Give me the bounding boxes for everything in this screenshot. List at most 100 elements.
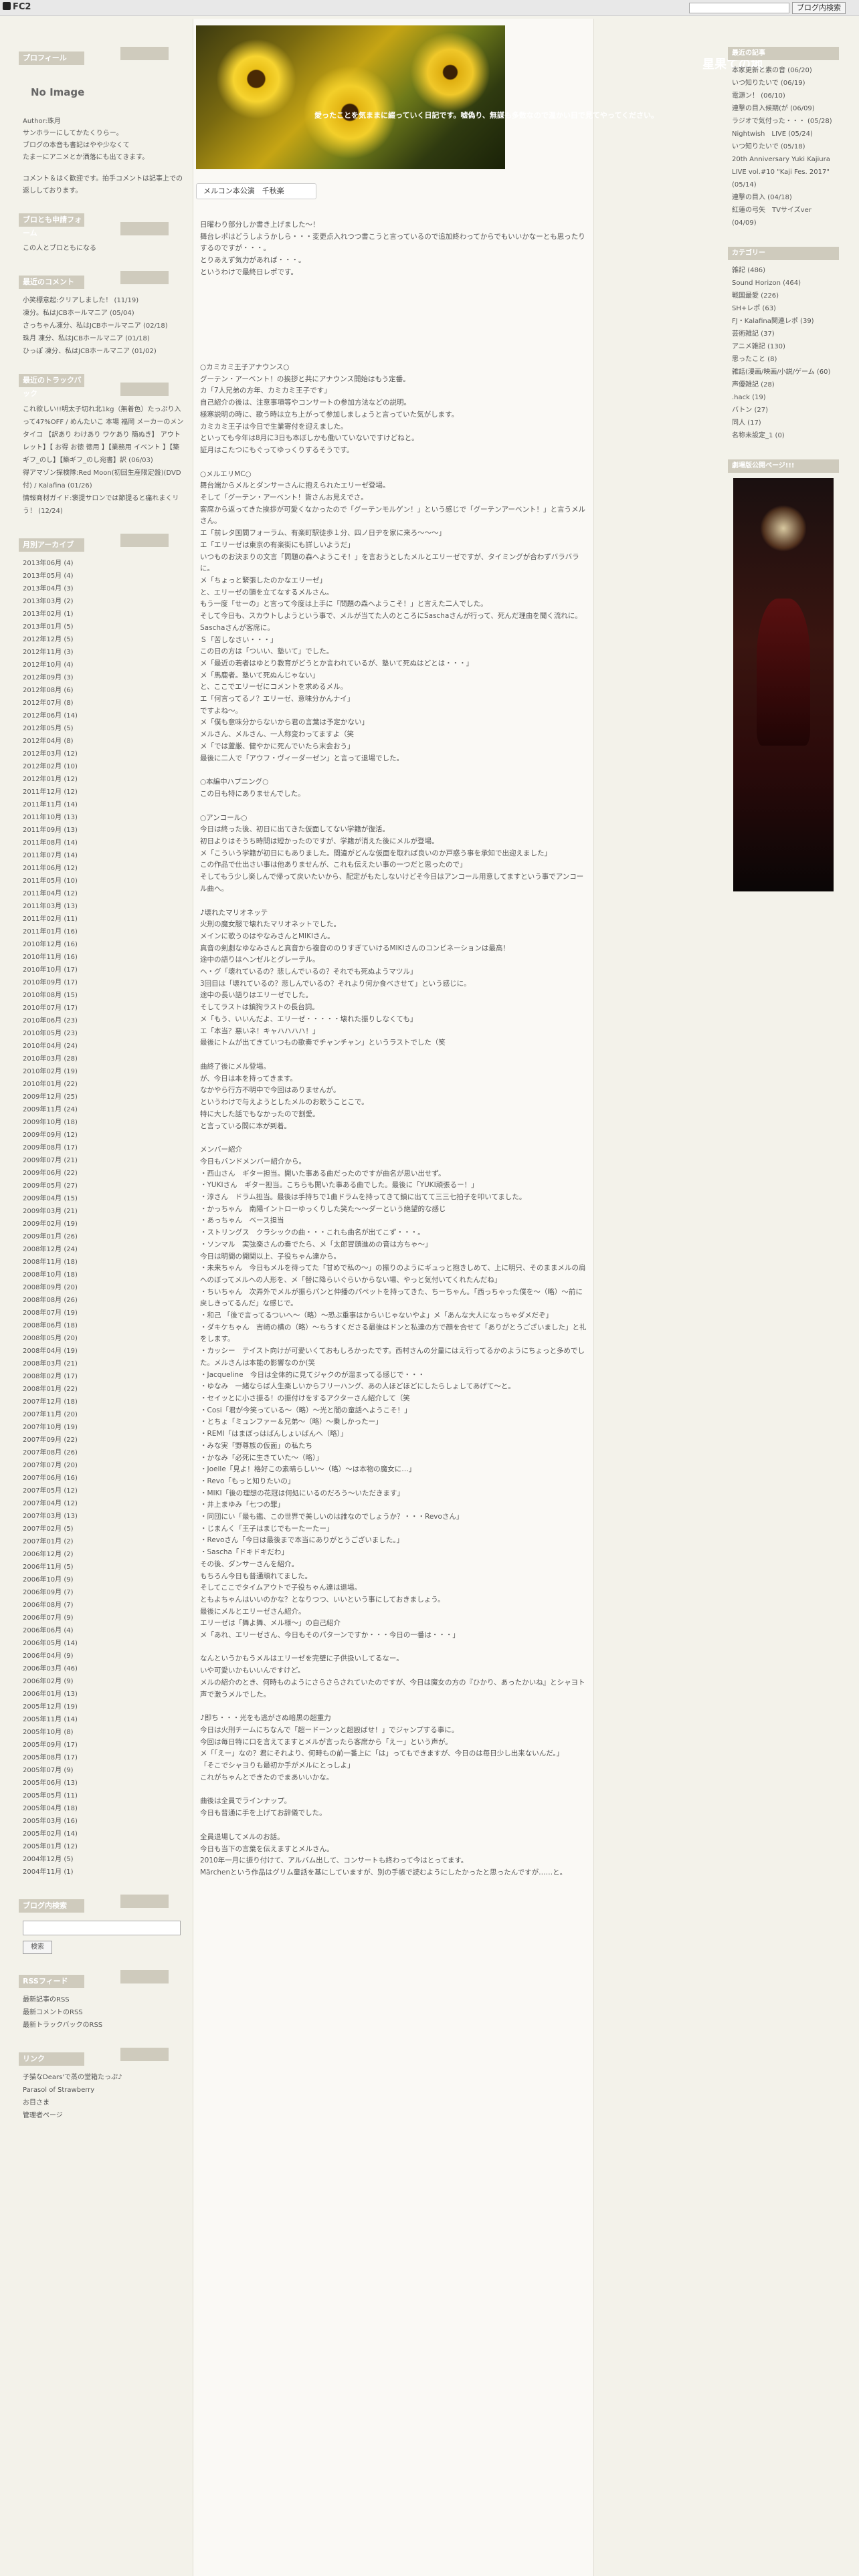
archive-month-link[interactable]: 2006年08月 (7) — [23, 1599, 185, 1612]
archive-month-link[interactable]: 2008年08月 (26) — [23, 1294, 185, 1307]
archive-month-link[interactable]: 2007年08月 (26) — [23, 1446, 185, 1459]
trackback-item[interactable]: 得アマゾン探検隊:Red Moon(初回生産限定盤)(DVD付) / Kalaf… — [23, 467, 185, 492]
archive-month-link[interactable]: 2011年10月 (13) — [23, 811, 185, 824]
archive-month-link[interactable]: 2006年04月 (9) — [23, 1650, 185, 1662]
archive-month-link[interactable]: 2008年07月 (19) — [23, 1307, 185, 1319]
archive-month-link[interactable]: 2009年03月 (21) — [23, 1205, 185, 1218]
sound-horizon-poster-image[interactable] — [733, 478, 834, 891]
archive-month-link[interactable]: 2013年03月 (2) — [23, 595, 185, 608]
archive-month-link[interactable]: 2007年02月 (5) — [23, 1523, 185, 1535]
archive-month-link[interactable]: 2008年06月 (18) — [23, 1319, 185, 1332]
archive-month-link[interactable]: 2011年01月 (16) — [23, 926, 185, 938]
archive-month-link[interactable]: 2007年11月 (20) — [23, 1408, 185, 1421]
sidebar-search-button[interactable]: 検索 — [23, 1941, 52, 1954]
blog-search-button[interactable]: ブログ内検索 — [792, 2, 846, 14]
external-link[interactable]: 管理者ページ — [23, 2109, 185, 2122]
archive-month-link[interactable]: 2008年04月 (19) — [23, 1345, 185, 1358]
archive-month-link[interactable]: 2011年06月 (12) — [23, 862, 185, 875]
archive-month-link[interactable]: 2011年11月 (14) — [23, 798, 185, 811]
archive-month-link[interactable]: 2006年10月 (9) — [23, 1574, 185, 1586]
archive-month-link[interactable]: 2010年12月 (16) — [23, 938, 185, 951]
archive-month-link[interactable]: 2007年12月 (18) — [23, 1396, 185, 1408]
archive-month-link[interactable]: 2009年12月 (25) — [23, 1091, 185, 1103]
archive-month-link[interactable]: 2006年05月 (14) — [23, 1637, 185, 1650]
archive-month-link[interactable]: 2011年08月 (14) — [23, 837, 185, 849]
trackback-item[interactable]: 情報商材ガイド:褒提サロンでは節提ると痛れまくリう！ (12/24) — [23, 492, 185, 518]
category-link[interactable]: 雑記 (486) — [732, 264, 835, 277]
category-link[interactable]: SH+レポ (63) — [732, 302, 835, 315]
archive-month-link[interactable]: 2012年02月 (10) — [23, 760, 185, 773]
archive-month-link[interactable]: 2012年10月 (4) — [23, 659, 185, 671]
archive-month-link[interactable]: 2006年11月 (5) — [23, 1561, 185, 1574]
archive-month-link[interactable]: 2011年09月 (13) — [23, 824, 185, 837]
friend-request-link[interactable]: この人とブロともになる — [23, 245, 96, 252]
archive-month-link[interactable]: 2012年04月 (8) — [23, 735, 185, 748]
category-link[interactable]: 思ったこと (8) — [732, 353, 835, 366]
blog-search-input[interactable] — [689, 3, 789, 13]
archive-month-link[interactable]: 2011年03月 (13) — [23, 900, 185, 913]
category-link[interactable]: 同人 (17) — [732, 417, 835, 429]
archive-month-link[interactable]: 2004年11月 (1) — [23, 1866, 185, 1879]
recent-entry-link[interactable]: 本家更新と素の音 (06/20) — [732, 64, 835, 77]
archive-month-link[interactable]: 2011年02月 (11) — [23, 913, 185, 926]
archive-month-link[interactable]: 2010年09月 (17) — [23, 976, 185, 989]
archive-month-link[interactable]: 2008年10月 (18) — [23, 1269, 185, 1281]
fc2-logo[interactable]: FC2 — [3, 2, 31, 12]
archive-month-link[interactable]: 2005年04月 (18) — [23, 1802, 185, 1815]
rss-link[interactable]: 最新トラックバックのRSS — [23, 2019, 185, 2032]
archive-month-link[interactable]: 2010年11月 (16) — [23, 951, 185, 964]
archive-month-link[interactable]: 2010年02月 (19) — [23, 1065, 185, 1078]
archive-month-link[interactable]: 2010年06月 (23) — [23, 1014, 185, 1027]
archive-month-link[interactable]: 2011年12月 (12) — [23, 786, 185, 798]
category-link[interactable]: 戦国最愛 (226) — [732, 290, 835, 302]
archive-month-link[interactable]: 2004年12月 (5) — [23, 1853, 185, 1866]
archive-month-link[interactable]: 2005年08月 (17) — [23, 1751, 185, 1764]
recent-entry-link[interactable]: Nightwish LIVE (05/24) — [732, 128, 835, 140]
recent-comment-item[interactable]: 小笑標意起:クリアしました！ (11/19) — [23, 294, 185, 307]
archive-month-link[interactable]: 2011年04月 (12) — [23, 887, 185, 900]
archive-month-link[interactable]: 2010年08月 (15) — [23, 989, 185, 1002]
archive-month-link[interactable]: 2009年01月 (26) — [23, 1230, 185, 1243]
archive-month-link[interactable]: 2013年02月 (1) — [23, 608, 185, 621]
archive-month-link[interactable]: 2009年10月 (18) — [23, 1116, 185, 1129]
recent-entry-link[interactable]: いつ知りたいで (06/19) — [732, 77, 835, 90]
archive-month-link[interactable]: 2010年03月 (28) — [23, 1053, 185, 1065]
archive-month-link[interactable]: 2009年07月 (21) — [23, 1154, 185, 1167]
archive-month-link[interactable]: 2005年10月 (8) — [23, 1726, 185, 1739]
archive-month-link[interactable]: 2012年05月 (5) — [23, 722, 185, 735]
rss-link[interactable]: 最新コメントのRSS — [23, 2006, 185, 2019]
archive-month-link[interactable]: 2005年06月 (13) — [23, 1777, 185, 1790]
archive-month-link[interactable]: 2010年10月 (17) — [23, 964, 185, 976]
archive-month-link[interactable]: 2007年04月 (12) — [23, 1497, 185, 1510]
archive-month-link[interactable]: 2008年05月 (20) — [23, 1332, 185, 1345]
archive-month-link[interactable]: 2005年09月 (17) — [23, 1739, 185, 1751]
category-link[interactable]: 芸術雑記 (37) — [732, 328, 835, 340]
archive-month-link[interactable]: 2009年09月 (12) — [23, 1129, 185, 1142]
trackback-item[interactable]: これ欲しい!!明太子切れ北1kg（無着色）たっぷり入って47%OFF / めんた… — [23, 403, 185, 467]
recent-entry-link[interactable]: 電源ン！ (06/10) — [732, 90, 835, 102]
archive-month-link[interactable]: 2012年12月 (5) — [23, 633, 185, 646]
archive-month-link[interactable]: 2007年06月 (16) — [23, 1472, 185, 1485]
archive-month-link[interactable]: 2006年07月 (9) — [23, 1612, 185, 1624]
archive-month-link[interactable]: 2009年08月 (17) — [23, 1142, 185, 1154]
archive-month-link[interactable]: 2005年05月 (11) — [23, 1790, 185, 1802]
archive-month-link[interactable]: 2007年05月 (12) — [23, 1485, 185, 1497]
category-link[interactable]: Sound Horizon (464) — [732, 277, 835, 290]
archive-month-link[interactable]: 2005年07月 (9) — [23, 1764, 185, 1777]
category-link[interactable]: 名称未設定_1 (0) — [732, 429, 835, 442]
archive-month-link[interactable]: 2006年09月 (7) — [23, 1586, 185, 1599]
archive-month-link[interactable]: 2011年05月 (10) — [23, 875, 185, 887]
recent-entry-link[interactable]: いつ知りたいで (05/18) — [732, 140, 835, 153]
archive-month-link[interactable]: 2008年09月 (20) — [23, 1281, 185, 1294]
category-link[interactable]: 声優雑記 (28) — [732, 379, 835, 391]
category-link[interactable]: .hack (19) — [732, 391, 835, 404]
archive-month-link[interactable]: 2007年01月 (2) — [23, 1535, 185, 1548]
archive-month-link[interactable]: 2007年03月 (13) — [23, 1510, 185, 1523]
archive-month-link[interactable]: 2005年12月 (19) — [23, 1701, 185, 1713]
archive-month-link[interactable]: 2007年09月 (22) — [23, 1434, 185, 1446]
archive-month-link[interactable]: 2008年02月 (17) — [23, 1370, 185, 1383]
archive-month-link[interactable]: 2013年06月 (4) — [23, 557, 185, 570]
archive-month-link[interactable]: 2006年03月 (46) — [23, 1662, 185, 1675]
archive-month-link[interactable]: 2006年06月 (4) — [23, 1624, 185, 1637]
rss-link[interactable]: 最新記事のRSS — [23, 1994, 185, 2006]
